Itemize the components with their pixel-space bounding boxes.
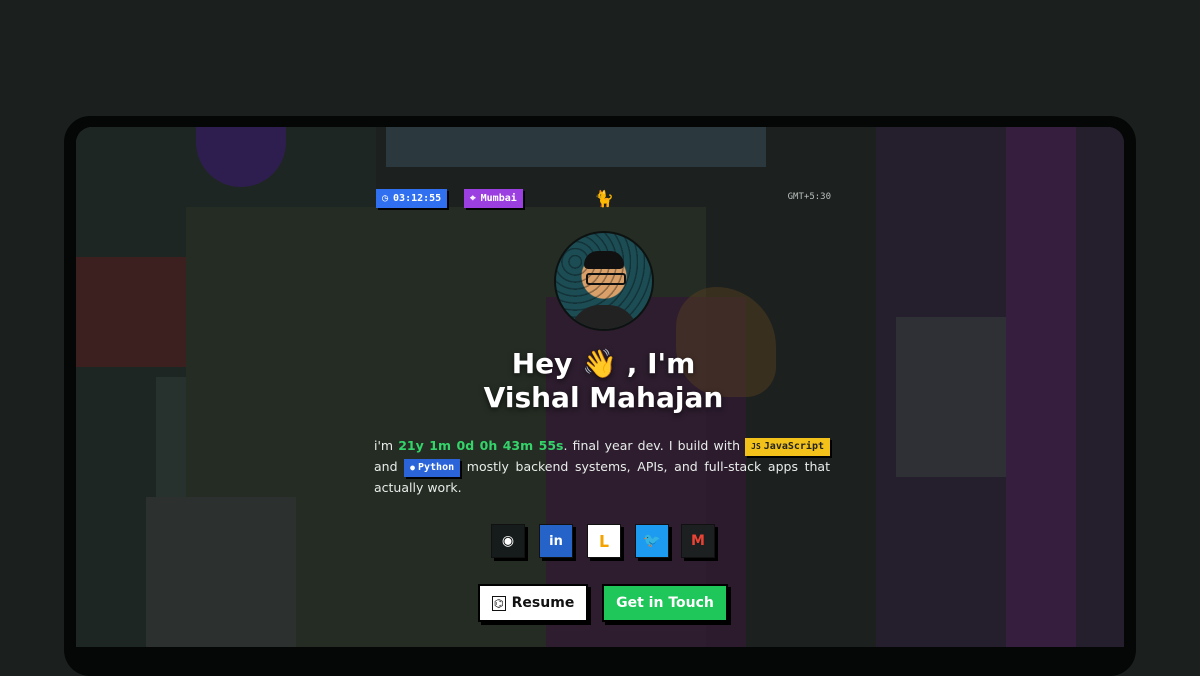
linkedin-icon[interactable]: in	[539, 524, 573, 558]
location-chip: ⌖ Mumbai	[464, 189, 523, 208]
leetcode-icon[interactable]: ᒪ	[587, 524, 621, 558]
page-title: Hey 👋 , I'm Vishal Mahajan	[376, 347, 831, 415]
cat-mascot-icon[interactable]: 🐈	[593, 188, 615, 210]
document-icon: ⌬	[491, 595, 506, 611]
clock-chip: ◷ 03:12:55	[376, 189, 448, 208]
python-tag: ● Python	[404, 459, 461, 477]
greeting-line: Hey 👋 , I'm	[511, 347, 696, 380]
map-pin-icon: ⌖	[470, 193, 476, 204]
javascript-icon: JS	[751, 442, 761, 451]
get-in-touch-label: Get in Touch	[616, 595, 714, 611]
clock-icon: ◷	[382, 193, 389, 204]
hero-screen: ◷ 03:12:55 ⌖ Mumbai 🐈 GMT+5:30 Hey 👋 , I…	[76, 127, 1124, 647]
python-icon: ●	[410, 463, 415, 472]
status-bar: ◷ 03:12:55 ⌖ Mumbai 🐈 GMT+5:30	[376, 189, 831, 209]
resume-button[interactable]: ⌬ Resume	[478, 584, 588, 622]
clock-time: 03:12:55	[393, 193, 442, 204]
bio-paragraph: i'm 21y 1m 0d 0h 43m 55s. final year dev…	[374, 438, 830, 495]
resume-label: Resume	[511, 595, 575, 611]
twitter-icon[interactable]: 🐦	[635, 524, 669, 558]
hero-content: ◷ 03:12:55 ⌖ Mumbai 🐈 GMT+5:30 Hey 👋 , I…	[76, 127, 1124, 647]
github-icon[interactable]: ◉	[491, 524, 525, 558]
get-in-touch-button[interactable]: Get in Touch	[602, 584, 728, 622]
gmail-icon[interactable]: M	[681, 524, 715, 558]
age-counter: 21y 1m 0d 0h 43m 55s	[398, 438, 564, 453]
javascript-tag: JS JavaScript	[745, 438, 830, 456]
location-city: Mumbai	[480, 193, 517, 204]
wave-emoji-icon: 👋	[582, 347, 617, 380]
name-line: Vishal Mahajan	[483, 381, 724, 414]
timezone-label: GMT+5:30	[787, 192, 831, 202]
avatar	[554, 231, 654, 331]
